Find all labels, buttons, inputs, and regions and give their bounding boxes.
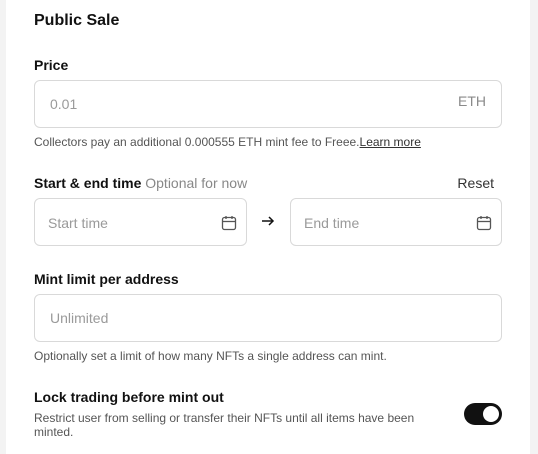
- reset-button[interactable]: Reset: [457, 175, 494, 191]
- end-time-input[interactable]: End time: [290, 198, 502, 246]
- price-help: Collectors pay an additional 0.000555 ET…: [34, 135, 421, 149]
- price-input[interactable]: 0.01 ETH: [34, 80, 502, 128]
- calendar-icon[interactable]: [476, 215, 492, 231]
- mint-limit-help: Optionally set a limit of how many NFTs …: [34, 349, 387, 363]
- lock-trading-label: Lock trading before mint out: [34, 389, 224, 405]
- price-placeholder: 0.01: [50, 96, 78, 112]
- schedule-label: Start & end time Optional for now: [34, 175, 247, 191]
- price-help-text: Collectors pay an additional 0.000555 ET…: [34, 135, 360, 149]
- public-sale-card: Public Sale Price 0.01 ETH Collectors pa…: [6, 0, 530, 454]
- end-time-placeholder: End time: [304, 215, 360, 231]
- lock-trading-description: Restrict user from selling or transfer t…: [34, 411, 415, 439]
- start-time-input[interactable]: Start time: [34, 198, 247, 246]
- arrow-right-icon: [261, 214, 275, 228]
- schedule-optional-note: Optional for now: [145, 175, 248, 191]
- section-title: Public Sale: [34, 12, 120, 29]
- lock-trading-toggle[interactable]: [464, 403, 502, 425]
- mint-limit-label: Mint limit per address: [34, 271, 179, 287]
- mint-limit-input[interactable]: Unlimited: [34, 294, 502, 342]
- start-time-placeholder: Start time: [48, 215, 108, 231]
- mint-limit-placeholder: Unlimited: [50, 310, 109, 326]
- price-label: Price: [34, 57, 69, 73]
- schedule-label-text: Start & end time: [34, 175, 142, 191]
- learn-more-link[interactable]: Learn more: [360, 135, 421, 149]
- toggle-knob: [483, 406, 499, 422]
- price-currency-suffix: ETH: [458, 93, 486, 109]
- calendar-icon[interactable]: [221, 215, 237, 231]
